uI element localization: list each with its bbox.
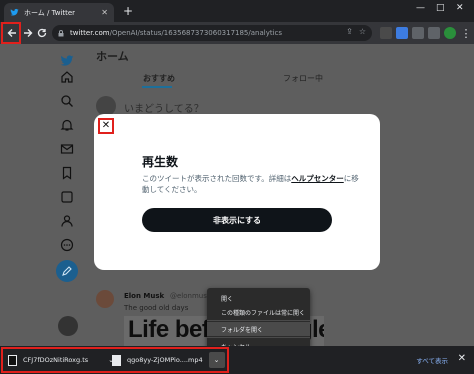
forward-arrow-icon [24, 29, 33, 37]
tab-recommended[interactable]: おすすめ [143, 73, 175, 84]
close-icon: ✕ [101, 120, 111, 131]
close-window-button[interactable]: ✕ [456, 3, 464, 13]
bookmark-icon[interactable] [60, 166, 74, 180]
active-tab-indicator [142, 86, 172, 88]
tweet-author-handle[interactable]: @elonmus [170, 292, 207, 300]
menu-divider [207, 337, 310, 338]
twitter-bird-icon [10, 8, 19, 16]
avatar[interactable] [96, 96, 116, 116]
tab-strip: ホーム / Twitter ✕ + — □ ✕ [0, 0, 474, 22]
page-title: ホーム [96, 50, 129, 63]
browser-toolbar: twitter.com/OpenAI/status/16356873730603… [0, 22, 474, 44]
puzzle-icon[interactable] [412, 27, 424, 39]
tab-close-icon[interactable]: ✕ [101, 8, 108, 17]
compose-button[interactable] [56, 260, 78, 282]
extension-icon[interactable] [380, 27, 392, 39]
tab-title: ホーム / Twitter [24, 8, 76, 17]
browser-tab-twitter[interactable]: ホーム / Twitter ✕ [4, 3, 114, 22]
download-items-highlight [1, 347, 229, 373]
lock-icon [58, 29, 64, 36]
twitter-blue-icon[interactable] [60, 190, 74, 204]
menu-icon[interactable]: ⋮ [458, 25, 474, 41]
new-tab-button[interactable]: + [123, 4, 133, 18]
mail-icon[interactable] [60, 142, 74, 156]
omnibox-actions: ⇪ ☆ [346, 27, 366, 36]
account-avatar[interactable] [58, 316, 78, 336]
menu-divider [207, 320, 310, 321]
download-context-menu: 開く この種類のファイルは常に開く フォルダを開く キャンセル [207, 288, 310, 352]
sidepanel-icon[interactable] [428, 27, 440, 39]
compose-placeholder[interactable]: いまどうしてる？ [124, 100, 204, 115]
maximize-button[interactable]: □ [436, 3, 445, 13]
dialog-body: このツイートが表示された回数です。詳細はヘルプセンターに移動してください。 [142, 173, 362, 195]
tweet-author-name[interactable]: Elon Musk [124, 292, 164, 300]
dismiss-button[interactable]: 非表示にする [142, 208, 332, 232]
tab-following[interactable]: フォロー中 [283, 73, 323, 84]
home-icon[interactable] [60, 70, 74, 84]
show-all-downloads-link[interactable]: すべて表示 [416, 355, 448, 365]
url-text: twitter.com/OpenAI/status/16356873730603… [70, 29, 282, 37]
profile-avatar[interactable] [444, 27, 456, 39]
close-download-bar-icon[interactable]: ✕ [458, 353, 466, 364]
menu-item-open[interactable]: 開く [207, 291, 310, 305]
back-button-highlight [1, 22, 21, 44]
star-icon[interactable]: ☆ [359, 27, 366, 36]
more-icon[interactable] [60, 238, 74, 252]
address-bar[interactable]: twitter.com/OpenAI/status/16356873730603… [52, 25, 372, 41]
tweet-text: The good old days [124, 304, 189, 312]
dialog-body-text: このツイートが表示された回数です。詳細は [142, 174, 292, 183]
menu-item-show-in-folder[interactable]: フォルダを開く [207, 322, 310, 336]
twitter-blue-logo-icon[interactable] [60, 54, 74, 68]
share-icon[interactable]: ⇪ [346, 27, 353, 36]
reload-icon [37, 28, 47, 38]
url-host: twitter.com [70, 29, 110, 37]
url-path: /OpenAI/status/1635687373060317185/analy… [109, 29, 283, 37]
views-info-dialog: ✕ 再生数 このツイートが表示された回数です。詳細はヘルプセンターに移動してくだ… [94, 114, 380, 270]
dialog-close-button[interactable]: ✕ [98, 118, 114, 134]
search-icon[interactable] [60, 94, 74, 108]
dialog-title: 再生数 [142, 155, 179, 169]
left-navigation [56, 44, 80, 346]
menu-item-always-open[interactable]: この種類のファイルは常に開く [207, 305, 310, 319]
profile-icon[interactable] [60, 214, 74, 228]
bell-icon[interactable] [60, 118, 74, 132]
extension-translate-icon[interactable] [396, 27, 408, 39]
minimize-button[interactable]: — [416, 3, 425, 13]
reload-button[interactable] [34, 25, 50, 41]
help-center-link[interactable]: ヘルプセンター [291, 174, 344, 183]
compose-icon [62, 266, 72, 276]
tweet-author-avatar[interactable] [96, 290, 114, 308]
